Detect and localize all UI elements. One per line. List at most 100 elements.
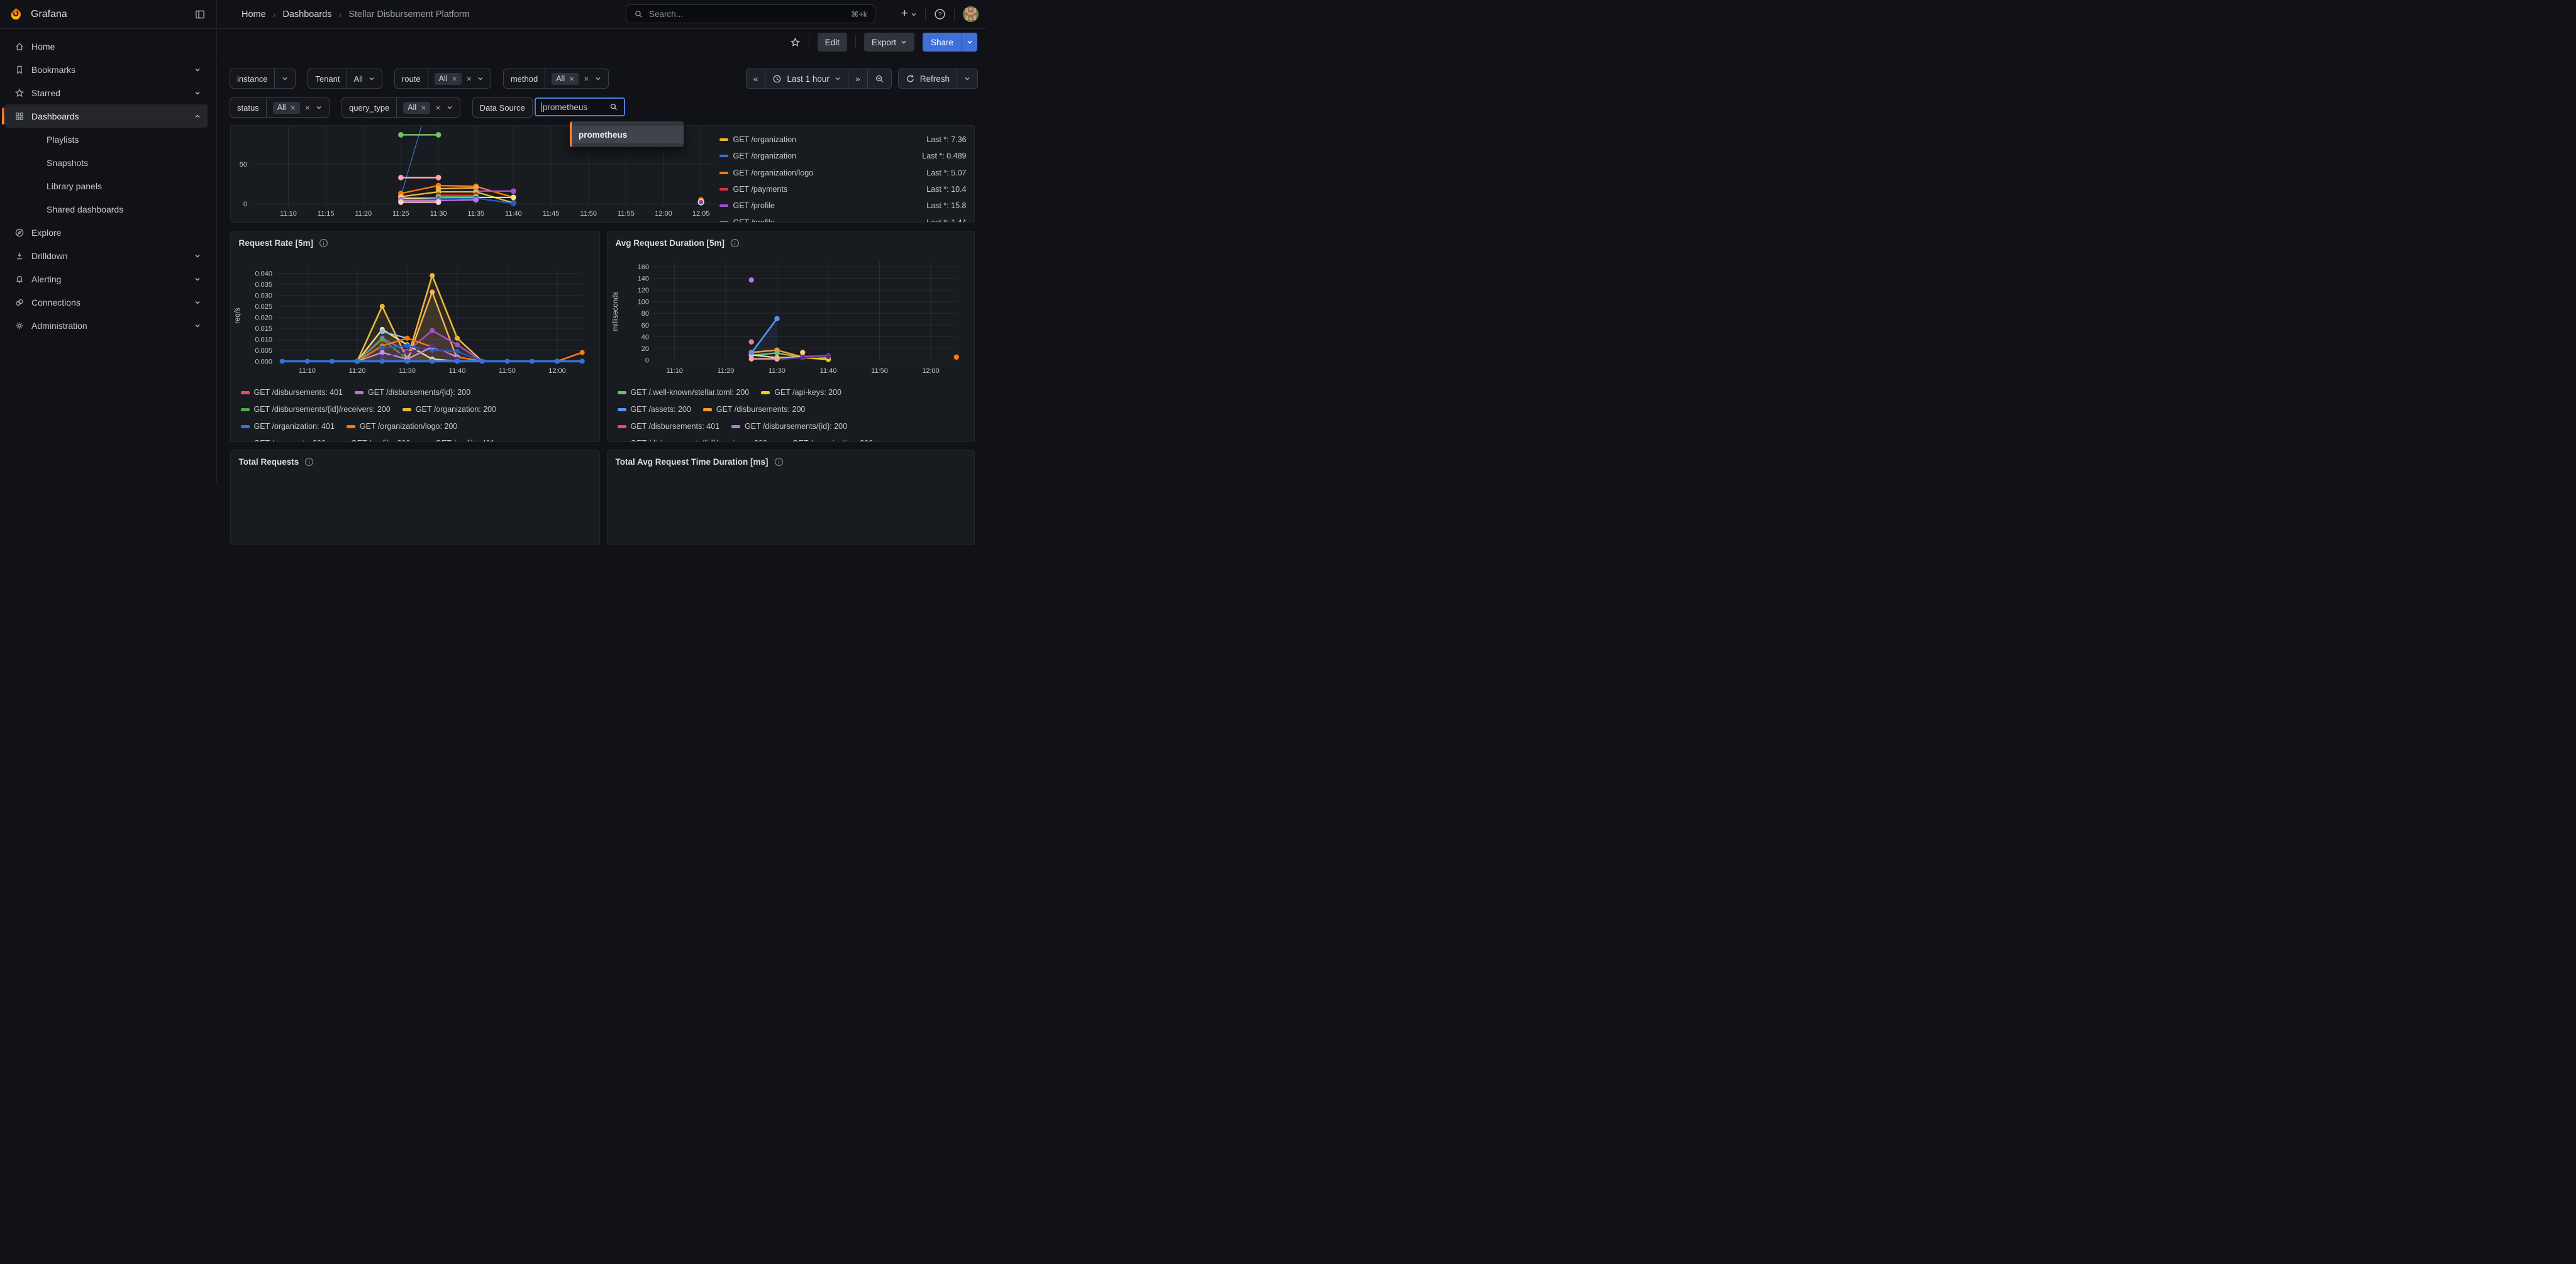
legend-item[interactable]: GET /profile Last *: 1.44 — [719, 214, 967, 223]
sidebar-item-bookmarks[interactable]: Bookmarks — [5, 58, 208, 81]
clock-icon — [772, 74, 782, 84]
filter-query_type[interactable]: query_typeAll× × — [341, 97, 460, 118]
panel-title[interactable]: Total Avg Request Time Duration [ms] — [616, 457, 784, 467]
legend-item[interactable]: GET /disbursements/{id}: 200 — [355, 388, 470, 397]
chevron-down-icon[interactable] — [446, 104, 453, 111]
legend-item[interactable]: GET /organization/logo Last *: 5.07 — [719, 165, 967, 181]
filter-clear-icon[interactable]: × — [467, 74, 472, 83]
info-icon[interactable] — [730, 238, 740, 248]
sidebar-item-playlists[interactable]: Playlists — [5, 128, 208, 151]
filter-chip[interactable]: All× — [435, 73, 462, 85]
legend-item[interactable]: GET /payments Last *: 10.4 — [719, 181, 967, 197]
filter-clear-icon[interactable]: × — [584, 74, 589, 83]
chevron-down-icon[interactable] — [194, 299, 201, 306]
filter-clear-icon[interactable]: × — [305, 103, 310, 112]
sidebar-item-connections[interactable]: Connections — [5, 291, 208, 314]
legend-item[interactable]: GET /.well-known/stellar.toml: 200 — [618, 388, 750, 397]
bell-icon — [14, 274, 25, 284]
chevron-down-icon[interactable] — [194, 275, 201, 283]
chevron-down-icon — [911, 11, 917, 18]
legend-item[interactable]: GET /disbursements/{id}/receivers: 200 — [241, 405, 391, 414]
legend-item[interactable]: GET /organization Last *: 7.36 — [719, 131, 967, 148]
legend-item[interactable]: GET /disbursements: 401 — [618, 422, 720, 431]
panel-title[interactable]: Request Rate [5m] — [239, 238, 329, 248]
share-options-button[interactable] — [962, 33, 977, 52]
add-new-button[interactable]: + — [901, 9, 917, 19]
filter-route[interactable]: routeAll× × — [394, 69, 491, 89]
sidebar-item-library-panels[interactable]: Library panels — [5, 174, 208, 197]
legend-item[interactable]: GET /organization Last *: 0.489 — [719, 148, 967, 164]
chevron-down-icon[interactable] — [315, 104, 323, 111]
legend-item[interactable]: GET /organization: 401 — [241, 422, 335, 431]
chevron-down-icon[interactable] — [194, 89, 201, 97]
refresh-button[interactable]: Refresh — [899, 69, 957, 88]
chevron-down-icon[interactable] — [194, 322, 201, 330]
time-range-picker[interactable]: Last 1 hour — [765, 69, 848, 88]
sidebar-item-dashboards[interactable]: Dashboards — [5, 104, 208, 128]
legend-item[interactable]: GET /organization/logo: 200 — [347, 422, 457, 431]
chevron-down-icon[interactable] — [281, 75, 289, 82]
legend-item[interactable]: GET /assets: 200 — [618, 405, 691, 414]
share-button[interactable]: Share — [923, 33, 962, 52]
filter-tenant[interactable]: TenantAll — [308, 69, 382, 89]
help-icon[interactable]: ? — [934, 8, 946, 20]
time-shift-forward-button[interactable]: » — [848, 69, 868, 88]
filter-clear-icon[interactable]: × — [435, 103, 440, 112]
breadcrumb-home[interactable]: Home — [242, 9, 266, 19]
filter-instance[interactable]: instance — [230, 69, 296, 89]
legend-item[interactable]: GET /payments: 200 — [241, 439, 326, 442]
filter-method[interactable]: methodAll× × — [503, 69, 609, 89]
filter-chip[interactable]: All× — [273, 102, 300, 114]
sidebar-item-alerting[interactable]: Alerting — [5, 267, 208, 291]
legend-item[interactable]: GET /disbursements/{id}: 200 — [731, 422, 847, 431]
sidebar-item-drilldown[interactable]: Drilldown — [5, 244, 208, 267]
chip-remove-icon[interactable]: × — [569, 74, 574, 83]
datasource-search-input[interactable]: prometheus — [535, 97, 625, 116]
sidebar-item-shared-dashboards[interactable]: Shared dashboards — [5, 197, 208, 221]
chevron-down-icon[interactable] — [594, 75, 602, 82]
sidebar-item-home[interactable]: Home — [5, 35, 208, 58]
sidebar-item-starred[interactable]: Starred — [5, 81, 208, 104]
info-icon[interactable] — [774, 457, 784, 467]
zoom-out-button[interactable] — [868, 69, 891, 88]
time-shift-back-button[interactable]: « — [747, 69, 766, 88]
legend-series-name: GET /organization: 200 — [792, 439, 873, 442]
panel-title[interactable]: Avg Request Duration [5m] — [616, 238, 740, 248]
legend-item[interactable]: GET /disbursements: 200 — [703, 405, 806, 414]
datasource-option-prometheus[interactable]: prometheus — [572, 126, 684, 143]
info-icon[interactable] — [304, 457, 314, 467]
filter-chip[interactable]: All× — [552, 73, 579, 85]
star-dashboard-icon[interactable] — [790, 37, 801, 48]
legend-item[interactable]: GET /profile: 200 — [338, 439, 410, 442]
legend-item[interactable]: GET /disbursements: 401 — [241, 388, 343, 397]
refresh-interval-button[interactable] — [957, 69, 977, 88]
sidebar-item-administration[interactable]: Administration — [5, 314, 208, 337]
chevron-down-icon[interactable] — [194, 66, 201, 74]
legend-item[interactable]: GET /api-keys: 200 — [761, 388, 841, 397]
chip-remove-icon[interactable]: × — [421, 103, 426, 112]
chevron-down-icon[interactable] — [368, 75, 375, 82]
chip-remove-icon[interactable]: × — [291, 103, 296, 112]
filter-status[interactable]: statusAll× × — [230, 97, 330, 118]
sidebar-item-snapshots[interactable]: Snapshots — [5, 151, 208, 174]
chevron-down-icon[interactable] — [194, 252, 201, 260]
legend-item[interactable]: GET /organization: 200 — [779, 439, 873, 442]
x-tick-label: 11:20 — [717, 367, 734, 375]
legend-item[interactable]: GET /disbursements/{id}/receivers: 200 — [618, 439, 767, 442]
breadcrumb-dashboards[interactable]: Dashboards — [282, 9, 331, 19]
edit-button[interactable]: Edit — [818, 33, 847, 52]
panel-title[interactable]: Total Requests — [239, 457, 314, 467]
chip-remove-icon[interactable]: × — [452, 74, 457, 83]
legend-item[interactable]: GET /profile: 401 — [422, 439, 494, 442]
info-icon[interactable] — [319, 238, 328, 248]
search-input[interactable]: Search... ⌘+k — [626, 4, 875, 23]
export-button[interactable]: Export — [864, 33, 914, 52]
user-avatar[interactable] — [963, 6, 979, 22]
chevron-down-icon[interactable] — [477, 75, 484, 82]
sidebar-toggle-icon[interactable] — [194, 9, 206, 20]
chevron-up-icon[interactable] — [194, 113, 201, 120]
sidebar-item-explore[interactable]: Explore — [5, 221, 208, 244]
filter-chip[interactable]: All× — [403, 102, 430, 114]
legend-item[interactable]: GET /profile Last *: 15.8 — [719, 197, 967, 214]
legend-item[interactable]: GET /organization: 200 — [402, 405, 496, 414]
